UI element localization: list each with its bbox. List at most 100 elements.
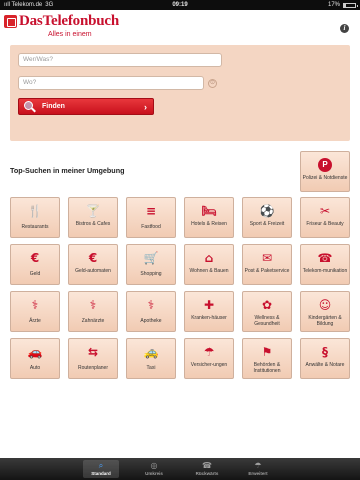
tile-label: Sport & Freizeit [249,221,285,227]
tile-label: Restaurants [21,224,49,230]
children-icon: ☺ [318,298,332,312]
tile-auto[interactable]: 🚗 Auto [10,338,60,379]
tile-label: Polizei & Notdienste [302,175,348,181]
app-header: DasTelefonbuch Alles in einem i [0,10,360,44]
bed-icon: 🛏 [201,204,217,218]
tile-geld[interactable]: € Geld [10,244,60,285]
bottom-tab-bar: ⌕ Standard ◎ Umkreis ☎ Rückwärts ☂ Erwei… [0,458,360,480]
atm-icon: € [88,251,98,265]
police-badge-icon: P [318,158,332,172]
tile-label: Geld-automaten [75,268,111,274]
tile-shopping[interactable]: 🛒 Shopping [126,244,176,285]
search-panel: Wer/Was? Wo? ⊙ Finden › [10,45,350,141]
tooth-staff-icon: ⚕ [89,298,97,312]
tile-restaurants[interactable]: 🍴 Restaurants [10,197,60,238]
tile-taxi[interactable]: 🚕 Taxi [126,338,176,379]
cocktail-glass-icon: 🍸 [85,204,101,218]
tile-label: Behörden & Institutionen [253,362,281,374]
tile-bistros[interactable]: 🍸 Bistros & Cafes [68,197,118,238]
tile-label: Apotheke [140,318,162,324]
where-input[interactable]: Wo? [18,76,204,90]
tab-standard[interactable]: ⌕ Standard [83,460,119,478]
tile-label: Hotels & Reisen [191,221,227,227]
what-input[interactable]: Wer/Was? [18,53,222,67]
wellness-icon: ✿ [261,298,273,312]
tile-label: Post & Paketservice [244,268,290,274]
tile-apotheke[interactable]: ⚕ Apotheke [126,291,176,332]
find-button-label: Finden [42,103,65,110]
tile-label: Geld [29,271,41,277]
locate-icon[interactable]: ⊙ [208,79,217,88]
tile-wohnen[interactable]: ⌂ Wohnen & Bauen [184,244,234,285]
tile-label: Anwälte & Notare [305,362,345,368]
sport-icon: ⚽ [259,204,275,218]
flag-icon: ⚑ [261,345,273,359]
medical-staff-icon: ⚕ [31,298,39,312]
umbrella-icon: ☂ [203,345,215,359]
tab-label: Standard [91,471,111,476]
tile-post[interactable]: ✉ Post & Paketservice [242,244,292,285]
tile-zahnaerzte[interactable]: ⚕ Zahnärzte [68,291,118,332]
tile-hotels[interactable]: 🛏 Hotels & Reisen [184,197,234,238]
tile-kindergaerten[interactable]: ☺ Kindergärten & Bildung [300,291,350,332]
fork-knife-icon: 🍴 [27,204,43,218]
tab-label: Erweitert [248,471,268,476]
tile-anwaelte[interactable]: § Anwälte & Notare [300,338,350,379]
status-bar: ııll Telekom.de 3G 09:19 17% [0,0,360,10]
tab-erweitert[interactable]: ☂ Erweitert [240,460,276,478]
scissors-icon: ✂ [319,204,331,218]
tab-label: Rückwärts [195,471,219,476]
tab-umkreis[interactable]: ◎ Umkreis [136,460,172,478]
tile-label: Friseur & Beauty [306,221,344,227]
tile-label: Fastfood [141,224,161,230]
shopping-cart-icon: 🛒 [143,251,159,265]
logo: DasTelefonbuch [4,13,119,30]
tile-label: Auto [29,365,41,371]
signpost-icon: ⇆ [87,345,99,359]
find-button[interactable]: Finden › [18,98,154,115]
tile-label: Taxi [146,365,156,371]
battery-icon [343,2,358,8]
tile-routenplaner[interactable]: ⇆ Routenplaner [68,338,118,379]
battery-percent: 17% [327,2,340,8]
tile-label: Kindergärten & Bildung [308,315,342,327]
tagline: Alles in einem [48,31,92,38]
logo-mark-icon [4,15,17,28]
clock: 09:19 [172,2,188,8]
tile-sport[interactable]: ⚽ Sport & Freizeit [242,197,292,238]
car-icon: 🚗 [27,345,43,359]
logo-text: DasTelefonbuch [19,13,120,29]
magnifier-icon [24,100,36,113]
tile-behoerden[interactable]: ⚑ Behörden & Institutionen [242,338,292,379]
tile-polizei[interactable]: P Polizei & Notdienste [300,151,350,192]
tile-aerzte[interactable]: ⚕ Ärzte [10,291,60,332]
tile-versicherungen[interactable]: ☂ Versicher-ungen [184,338,234,379]
tab-rueckwaerts[interactable]: ☎ Rückwärts [189,460,225,478]
status-bar-right: 17% [327,0,358,10]
pharmacy-icon: ⚕ [147,298,155,312]
section-title: Top-Suchen in meiner Umgebung [10,166,125,175]
envelope-icon: ✉ [261,251,273,265]
reverse-phone-icon: ☎ [202,461,212,470]
tile-geldautomaten[interactable]: € Geld-automaten [68,244,118,285]
tile-label: Bistros & Cafes [75,221,111,227]
tile-friseur[interactable]: ✂ Friseur & Beauty [300,197,350,238]
tile-fastfood[interactable]: ≡ Fastfood [126,197,176,238]
tile-label: Ärzte [29,318,41,324]
tile-label: Shopping [140,271,162,277]
tile-krankenhaeuser[interactable]: ✚ Kranken-häuser [184,291,234,332]
search-icon: ⌕ [98,461,104,470]
radar-icon: ◎ [150,461,158,470]
tile-telekom[interactable]: ☎ Telekom-munikation [300,244,350,285]
umbrella-icon: ☂ [254,461,262,470]
tile-wellness[interactable]: ✿ Wellness & Gesundheit [242,291,292,332]
chevron-right-icon: › [144,101,147,112]
paragraph-icon: § [322,345,328,359]
info-icon[interactable]: i [340,24,349,33]
tile-label: Zahnärzte [81,318,105,324]
tile-label: Telekom-munikation [302,268,348,274]
hospital-icon: ✚ [203,298,215,312]
tile-label: Kranken-häuser [191,315,227,321]
tile-label: Wellness & Gesundheit [254,315,280,327]
credit-card-icon: € [30,251,40,265]
